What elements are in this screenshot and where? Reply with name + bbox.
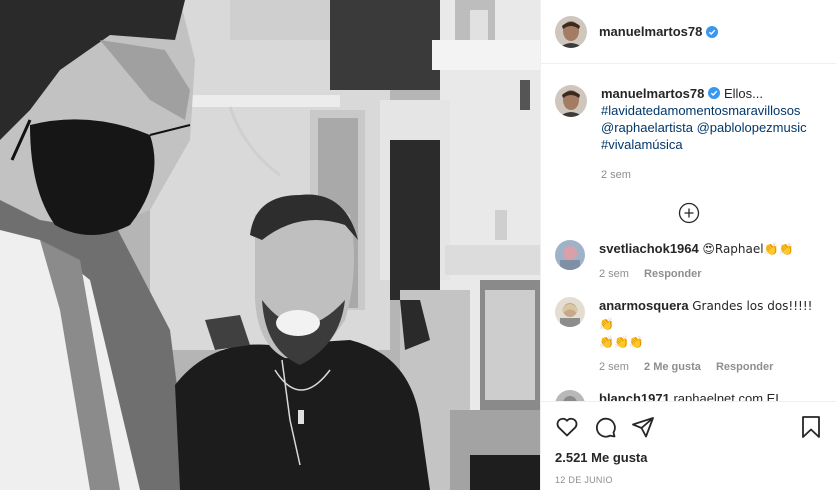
verified-badge-icon	[708, 87, 721, 99]
commenter-username[interactable]: svetliachok1964	[599, 241, 699, 256]
commenter-avatar[interactable]	[555, 297, 585, 327]
post-photo[interactable]	[0, 0, 540, 490]
caption-time[interactable]: 2 sem	[601, 169, 631, 181]
author-username[interactable]: manuelmartos78	[599, 24, 702, 39]
commenter-avatar[interactable]	[555, 390, 585, 401]
post-date[interactable]: 12 DE JUNIO	[555, 475, 822, 485]
comment-item: blanch1971 raphaelnet com EL MEJOR	[541, 390, 836, 401]
comment-likes[interactable]: 2 Me gusta	[644, 361, 701, 373]
reply-button[interactable]: Responder	[716, 361, 773, 373]
speech-bubble-icon[interactable]	[593, 415, 617, 439]
mention-link[interactable]: @pablolopezmusic	[697, 120, 807, 135]
likes-count[interactable]: 2.521 Me gusta	[555, 450, 822, 465]
bookmark-icon[interactable]	[800, 415, 822, 439]
commenter-username[interactable]: anarmosquera	[599, 298, 689, 313]
post-side-panel: manuelmartos78 manuelmartos78 Ellos... #…	[540, 0, 836, 490]
comment-item: svetliachok1964 😍Raphael👏👏 2 sem Respond…	[541, 240, 836, 283]
reply-button[interactable]: Responder	[644, 268, 701, 280]
plus-circle-icon[interactable]	[678, 202, 700, 224]
commenter-username[interactable]: blanch1971	[599, 391, 670, 401]
mention-link[interactable]: @raphaelartista	[601, 120, 693, 135]
verified-badge-icon	[706, 25, 719, 38]
comment-item: anarmosquera Grandes los dos!!!!!👏 👏👏👏 2…	[541, 297, 836, 376]
hashtag-link[interactable]: #vivalamúsica	[601, 137, 683, 152]
paper-plane-icon[interactable]	[631, 415, 655, 439]
comment-text: 😍Raphael👏👏	[702, 242, 794, 256]
comments-list[interactable]: manuelmartos78 Ellos... #lavidatedamomen…	[541, 65, 836, 401]
hashtag-link[interactable]: #lavidatedamomentosmaravillosos	[601, 103, 800, 118]
post-header: manuelmartos78	[541, 0, 836, 64]
caption-author-avatar[interactable]	[555, 85, 587, 117]
comment-text-continued: 👏👏👏	[599, 335, 644, 349]
comment-time[interactable]: 2 sem	[599, 268, 629, 280]
commenter-avatar[interactable]	[555, 240, 585, 270]
author-avatar[interactable]	[555, 15, 587, 48]
post-actions: 2.521 Me gusta 12 DE JUNIO	[541, 401, 836, 485]
heart-outline-icon[interactable]	[555, 415, 579, 439]
caption-text: Ellos...	[723, 86, 763, 101]
comment-time[interactable]: 2 sem	[599, 361, 629, 373]
caption-author-username[interactable]: manuelmartos78	[601, 86, 704, 101]
post-caption: manuelmartos78 Ellos... #lavidatedamomen…	[541, 65, 836, 184]
